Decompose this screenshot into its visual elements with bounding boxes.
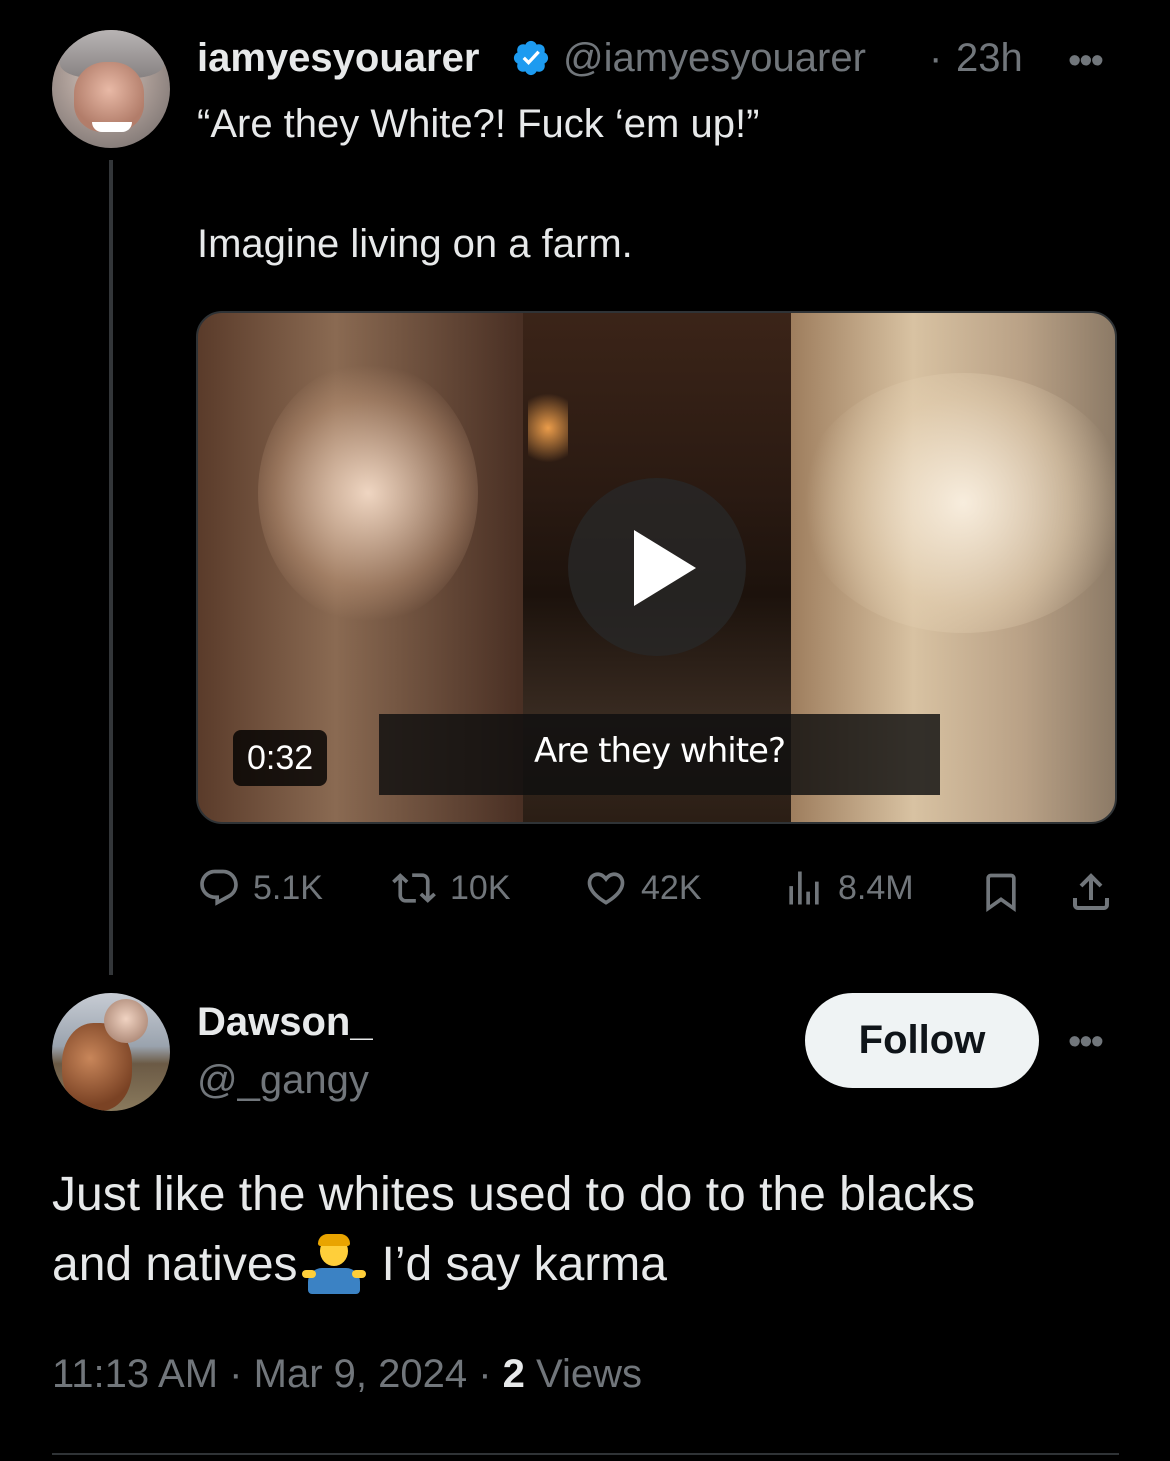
video-duration-badge: 0:32 xyxy=(233,730,328,786)
reply-date[interactable]: Mar 9, 2024 xyxy=(254,1352,467,1396)
video-caption: Are they white? xyxy=(533,731,786,771)
reply-count: 5.1K xyxy=(253,868,323,907)
reply-text: and natives xyxy=(52,1238,298,1291)
more-options-icon[interactable]: ••• xyxy=(1068,1021,1104,1064)
retweet-count: 10K xyxy=(450,868,511,907)
divider xyxy=(52,1453,1119,1455)
tweet-text: “Are they White?! Fuck ‘em up!” xyxy=(197,102,760,146)
reply-text: Just like the whites used to do to the b… xyxy=(52,1168,976,1221)
more-options-icon[interactable]: ••• xyxy=(1068,40,1104,83)
reply-views-label: Views xyxy=(536,1352,643,1396)
reply-author-avatar[interactable] xyxy=(52,993,170,1111)
reply-views-count: 2 xyxy=(502,1352,525,1396)
reply-metadata: 11:13 AM · Mar 9, 2024 · 2 Views xyxy=(52,1352,643,1396)
follow-button[interactable]: Follow xyxy=(805,993,1039,1088)
reply-text-line2: and natives I’d say karma xyxy=(52,1234,667,1296)
views-icon xyxy=(789,871,819,905)
heart-icon xyxy=(587,872,625,905)
tweet-timestamp[interactable]: 23h xyxy=(956,36,1023,81)
verified-badge-icon xyxy=(513,40,549,76)
reply-author-name[interactable]: Dawson_ xyxy=(197,1000,373,1045)
views-count: 8.4M xyxy=(838,868,914,907)
tweet-text: Imagine living on a farm. xyxy=(197,222,633,266)
share-button[interactable] xyxy=(1067,868,1127,916)
tweet-author-name[interactable]: iamyesyouarer xyxy=(197,36,479,81)
reply-icon xyxy=(200,869,238,906)
reply-button[interactable]: 5.1K xyxy=(197,866,323,910)
author-avatar[interactable] xyxy=(52,30,170,148)
bookmark-button[interactable] xyxy=(979,868,1035,916)
like-count: 42K xyxy=(641,868,702,907)
play-icon xyxy=(634,530,696,606)
reply-time[interactable]: 11:13 AM xyxy=(52,1352,218,1396)
tweet-author-handle[interactable]: @iamyesyouarer xyxy=(563,36,948,81)
separator: · xyxy=(929,36,943,80)
reply-author-handle[interactable]: @_gangy xyxy=(197,1058,369,1103)
share-icon xyxy=(1073,873,1109,910)
person-shrugging-icon xyxy=(301,1234,366,1296)
retweet-button[interactable]: 10K xyxy=(390,866,511,910)
reply-text: I’d say karma xyxy=(381,1238,667,1291)
thread-line xyxy=(109,160,113,975)
play-button[interactable] xyxy=(568,478,746,656)
like-button[interactable]: 42K xyxy=(583,866,702,910)
bookmark-icon xyxy=(986,873,1016,913)
views-button[interactable]: 8.4M xyxy=(782,866,914,910)
retweet-icon xyxy=(392,873,436,903)
